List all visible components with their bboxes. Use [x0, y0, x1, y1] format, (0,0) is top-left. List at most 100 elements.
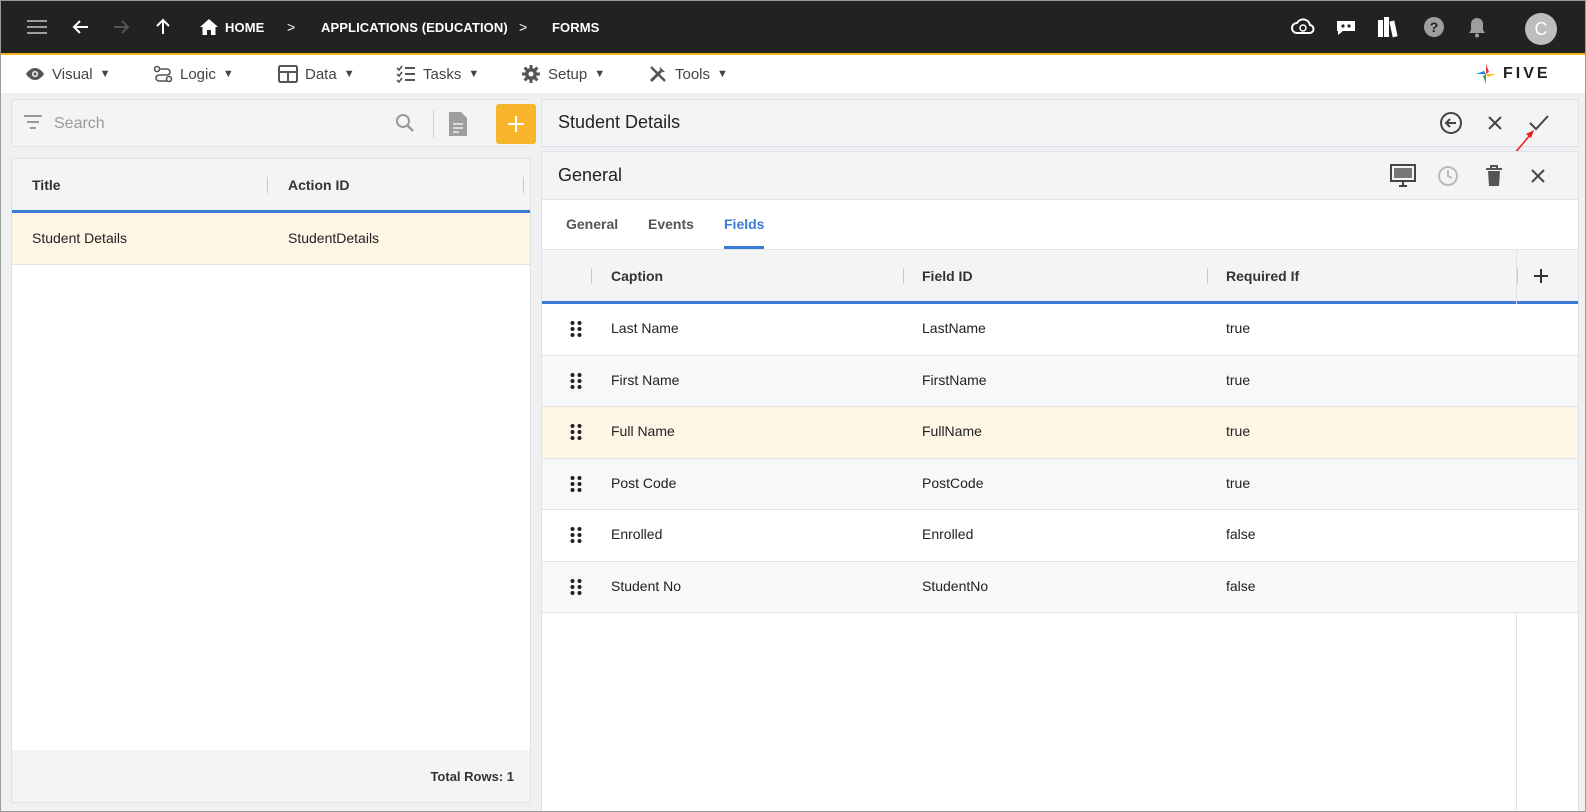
notifications-icon[interactable] — [1465, 15, 1489, 39]
tab-fields[interactable]: Fields — [724, 216, 764, 232]
breadcrumb-separator: > — [287, 19, 296, 35]
help-icon[interactable]: ? — [1422, 15, 1446, 39]
drag-handle-icon[interactable] — [569, 422, 583, 442]
menu-tools[interactable]: Tools ▼ — [648, 63, 728, 85]
cell-field-id: FirstName — [922, 371, 987, 388]
gear-icon — [522, 65, 540, 83]
breadcrumb-applications[interactable]: APPLICATIONS (EDUCATION) — [321, 20, 508, 35]
drag-handle-icon[interactable] — [569, 577, 583, 597]
column-header-caption[interactable]: Caption — [611, 268, 663, 284]
cell-caption: First Name — [611, 371, 680, 388]
close-icon[interactable] — [1482, 110, 1508, 136]
caret-down-icon: ▼ — [468, 68, 480, 80]
section-header: General — [542, 152, 1578, 200]
column-divider — [591, 268, 592, 284]
tab-events[interactable]: Events — [648, 216, 694, 232]
cell-action-id: StudentDetails — [288, 230, 380, 246]
document-icon[interactable] — [448, 112, 468, 141]
cell-field-id: FullName — [922, 423, 982, 439]
history-icon[interactable] — [1435, 163, 1461, 189]
total-rows: Total Rows: 1 — [430, 769, 514, 784]
cloud-sync-icon[interactable] — [1291, 15, 1315, 39]
divider — [433, 110, 434, 138]
fields-table-body: Last Name LastName true First Name First… — [542, 304, 1578, 613]
search-input[interactable] — [54, 112, 384, 136]
eye-icon — [26, 68, 44, 80]
menu-logic[interactable]: Logic ▼ — [153, 63, 234, 85]
cell-field-id: PostCode — [922, 474, 984, 491]
menu-setup-label: Setup — [548, 65, 588, 83]
drag-handle-icon[interactable] — [569, 371, 583, 391]
menu-visual-label: Visual — [52, 65, 93, 83]
menu-icon[interactable] — [25, 15, 49, 39]
close-icon[interactable] — [1525, 163, 1551, 189]
add-field-icon[interactable] — [1533, 268, 1549, 289]
column-divider — [1517, 268, 1518, 284]
checklist-icon — [396, 65, 415, 83]
column-divider — [1207, 268, 1208, 284]
table-row[interactable]: Enrolled Enrolled false — [542, 510, 1578, 562]
avatar[interactable]: C — [1525, 13, 1557, 45]
cell-caption: Last Name — [611, 320, 679, 336]
list-item[interactable]: Student Details StudentDetails — [12, 213, 530, 265]
table-icon — [278, 65, 298, 83]
menu-visual[interactable]: Visual ▼ — [25, 63, 110, 85]
table-row[interactable]: First Name FirstName true — [542, 355, 1578, 407]
chat-bot-icon[interactable] — [1334, 15, 1358, 39]
cell-field-id: LastName — [922, 320, 986, 336]
column-header-title[interactable]: Title — [32, 177, 61, 193]
monitor-icon[interactable] — [1390, 163, 1416, 189]
menu-data[interactable]: Data ▼ — [278, 63, 355, 85]
drag-handle-icon[interactable] — [569, 474, 583, 494]
drag-handle-icon[interactable] — [569, 525, 583, 545]
caret-down-icon: ▼ — [594, 68, 606, 80]
table-row[interactable]: Full Name FullName true — [542, 407, 1578, 459]
svg-text:?: ? — [1430, 19, 1439, 35]
five-logo: FIVE — [1475, 61, 1565, 87]
forms-list: Title Action ID Student Details StudentD… — [11, 158, 531, 803]
breadcrumb-forms[interactable]: FORMS — [552, 20, 599, 35]
form-body: General General Events Fields Caption Fi… — [541, 151, 1579, 811]
add-button[interactable] — [496, 104, 536, 144]
menu-logic-label: Logic — [180, 65, 216, 83]
column-header-action-id[interactable]: Action ID — [288, 177, 349, 193]
flow-icon — [153, 65, 173, 83]
delete-icon[interactable] — [1481, 163, 1507, 189]
cell-caption: Student No — [611, 577, 682, 594]
menu-tasks[interactable]: Tasks ▼ — [396, 63, 479, 85]
home-icon[interactable] — [197, 15, 221, 39]
cell-required-if: true — [1226, 423, 1251, 439]
logo-mark-icon — [1476, 64, 1496, 84]
cell-field-id: Enrolled — [922, 526, 974, 542]
caret-down-icon: ▼ — [343, 68, 355, 80]
breadcrumb-home[interactable]: HOME — [225, 20, 264, 35]
back-circle-icon[interactable] — [1438, 110, 1464, 136]
logo-text: FIVE — [1503, 65, 1551, 82]
tab-bar: General Events Fields — [542, 200, 1578, 250]
filter-icon[interactable] — [24, 115, 42, 134]
table-row[interactable]: Student No StudentNo false — [542, 561, 1578, 613]
forward-arrow-icon[interactable] — [109, 15, 133, 39]
search-icon[interactable] — [395, 113, 415, 138]
column-divider — [267, 177, 268, 193]
cell-required-if: true — [1226, 371, 1251, 388]
menu-data-label: Data — [305, 65, 337, 83]
table-row[interactable]: Last Name LastName true — [542, 304, 1578, 356]
cell-required-if: false — [1226, 577, 1256, 594]
tab-general[interactable]: General — [566, 216, 618, 232]
back-arrow-icon[interactable] — [69, 15, 93, 39]
menu-tasks-label: Tasks — [423, 65, 462, 83]
column-header-required-if[interactable]: Required If — [1226, 268, 1299, 284]
cell-required-if: false — [1226, 526, 1256, 542]
menu-setup[interactable]: Setup ▼ — [521, 63, 605, 85]
drag-handle-icon[interactable] — [569, 319, 583, 339]
cell-caption: Full Name — [611, 423, 675, 439]
search-bar — [11, 99, 536, 147]
table-row[interactable]: Post Code PostCode true — [542, 458, 1578, 510]
active-tab-indicator — [724, 246, 764, 249]
column-header-field-id[interactable]: Field ID — [922, 268, 973, 284]
up-arrow-icon[interactable] — [151, 15, 175, 39]
library-icon[interactable] — [1377, 15, 1401, 39]
column-divider — [523, 177, 524, 193]
cell-caption: Post Code — [611, 474, 677, 491]
